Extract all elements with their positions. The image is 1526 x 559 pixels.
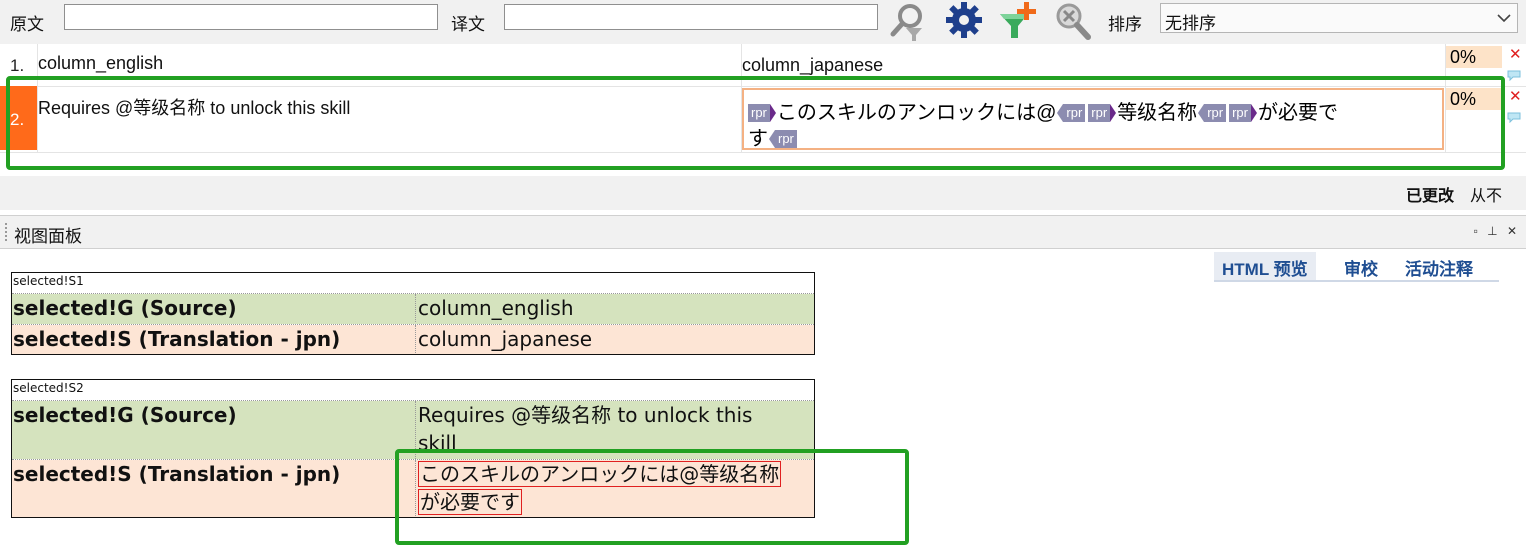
search-icon[interactable] (888, 0, 928, 42)
tab-html-preview[interactable]: HTML 预览 (1214, 252, 1316, 280)
comment-icon[interactable] (1507, 112, 1521, 123)
sort-dropdown[interactable]: 无排序 (1160, 3, 1518, 33)
sort-selected-value: 无排序 (1165, 14, 1216, 33)
delete-x-icon[interactable]: ✕ (1509, 47, 1522, 62)
delete-x-icon[interactable]: ✕ (1509, 89, 1522, 104)
tab-active-comments[interactable]: 活动注释 (1397, 252, 1481, 280)
table-caption: selected!S1 (13, 274, 84, 288)
comment-icon[interactable] (1507, 70, 1521, 81)
never-status: 从不 (1470, 188, 1503, 205)
add-filter-icon[interactable] (998, 0, 1038, 42)
preview-tabs: HTML 预览 审校 活动注释 (1214, 252, 1499, 282)
status-bar: 已更改 从不 (0, 176, 1526, 210)
target-cell[interactable]: column_japanese (742, 55, 883, 76)
target-filter-input[interactable] (504, 4, 878, 30)
panel-window-buttons[interactable]: ▫ ⊥ ✕ (1474, 224, 1520, 238)
source-filter-label: 原文 (10, 15, 44, 34)
clear-search-icon[interactable] (1052, 0, 1092, 42)
table-caption: selected!S2 (13, 381, 84, 395)
chevron-down-icon (1497, 14, 1511, 23)
highlight-box (6, 76, 1505, 170)
source-filter-input[interactable] (64, 4, 438, 30)
target-filter-label: 译文 (451, 15, 485, 34)
view-panel-header: 视图面板 ▫ ⊥ ✕ (0, 215, 1526, 249)
row-number: 1. (10, 56, 25, 75)
drag-grip-icon[interactable] (5, 223, 9, 241)
sort-label: 排序 (1108, 15, 1142, 34)
panel-title: 视图面板 (14, 227, 82, 246)
filter-toolbar: 原文 译文 排序 无排序 (0, 0, 1526, 45)
settings-gear-icon[interactable] (944, 0, 984, 42)
target-row: selected!S (Translation - jpn) column_ja… (12, 325, 814, 354)
tab-review[interactable]: 审校 (1336, 252, 1386, 280)
source-cell[interactable]: column_english (38, 53, 163, 74)
source-row: selected!G (Source) column_english (12, 294, 814, 324)
highlight-box (395, 449, 909, 545)
changed-status: 已更改 (1406, 188, 1455, 205)
source-label: selected!G (Source) (13, 296, 237, 320)
source-value-line-1: Requires @等级名称 to unlock this (418, 403, 753, 427)
match-percent: 0% (1446, 46, 1502, 68)
target-label: selected!S (Translation - jpn) (13, 462, 341, 486)
preview-table-1: selected!S1 selected!G (Source) column_e… (11, 272, 815, 355)
source-value: column_english (415, 294, 574, 322)
target-value: column_japanese (415, 325, 592, 353)
target-label: selected!S (Translation - jpn) (13, 327, 341, 351)
source-label: selected!G (Source) (13, 403, 237, 427)
